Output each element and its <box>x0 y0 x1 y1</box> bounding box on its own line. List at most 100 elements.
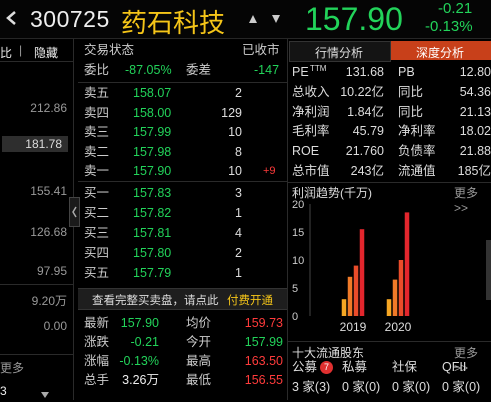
bid-diff-value: -147 <box>254 63 280 77</box>
axis-price-5: 97.95 <box>36 264 67 278</box>
left-more-link[interactable]: 更多 <box>0 359 24 376</box>
fundamental-label: 流通值 <box>398 164 436 178</box>
upgrade-banner-link[interactable]: 付费开通 <box>227 292 273 308</box>
ask-price: 157.98 <box>133 144 172 159</box>
ask-delta: +9 <box>263 165 276 177</box>
axis-volume-max: 9.20万 <box>31 294 67 308</box>
fundamental-value: 18.02 <box>459 124 491 139</box>
fundamental-value: 131.68 <box>345 65 384 79</box>
left-count: 3 <box>0 384 7 398</box>
scrollbar[interactable] <box>486 240 491 300</box>
fundamental-label: 同比 <box>398 104 424 119</box>
bid-label: 买三 <box>84 226 110 240</box>
bid-volume: 3 <box>235 186 242 200</box>
profit-bar <box>353 265 359 316</box>
quote-value: 3.26万 <box>122 373 159 387</box>
ask-price: 157.99 <box>133 125 172 139</box>
trade-status-value: 已收市 <box>242 43 280 57</box>
fundamental-value: 10.22亿 <box>340 84 384 99</box>
quote-label: 今开 <box>186 335 212 349</box>
profit-chart-y-tick: 5 <box>292 283 298 295</box>
bid-volume: 2 <box>235 246 242 260</box>
ask-bid-divider <box>78 181 287 182</box>
next-stock-icon[interactable] <box>271 13 281 23</box>
tab-depth-analysis-label: 深度分析 <box>416 46 465 60</box>
profit-bar <box>347 276 353 316</box>
axis-price-3: 155.41 <box>30 184 67 198</box>
left-tab-hide[interactable]: 隐藏 <box>34 44 58 61</box>
bid-label: 买五 <box>84 266 110 280</box>
quote-label: 最新 <box>84 316 110 330</box>
fundamental-label: 同比 <box>398 84 424 99</box>
profit-chart-x-label: 2020 <box>385 320 412 334</box>
quote-label: 涨跌 <box>84 335 110 349</box>
fundamental-label: ROE <box>292 144 320 159</box>
stock-code: 300725 <box>30 6 110 32</box>
ask-price: 158.00 <box>133 105 172 120</box>
ask-volume: 8 <box>235 144 242 159</box>
axis-price-1: 212.86 <box>30 101 67 115</box>
quote-value: 156.55 <box>244 373 283 387</box>
bid-volume: 4 <box>235 226 242 240</box>
profit-bar <box>404 212 410 316</box>
ask-volume: 2 <box>235 86 242 100</box>
quote-label: 最低 <box>186 373 212 387</box>
more-divider <box>0 354 73 355</box>
ask-label: 卖三 <box>84 125 110 139</box>
quote-value: 159.73 <box>244 316 283 330</box>
tab-market-analysis[interactable]: 行情分析 <box>289 41 391 62</box>
holder-count: 0 家(0) <box>342 380 381 394</box>
fundamental-label: PB <box>398 65 415 79</box>
profit-chart-y-tick: 15 <box>292 227 304 239</box>
bid-ratio-label: 委比 <box>84 63 110 77</box>
analysis-panel: 行情分析 深度分析 PE TTM 131.68 PB 12.80 总收入 10.22亿 同比 5… <box>288 39 491 400</box>
bid-price: 157.83 <box>133 186 172 200</box>
current-price: 157.90 <box>305 1 403 37</box>
fundamental-label: 总市值 <box>292 164 330 178</box>
left-tab-compare[interactable]: 比 <box>0 44 12 61</box>
left-dropdown-icon[interactable] <box>40 388 50 398</box>
quote-value: 157.99 <box>244 335 283 349</box>
bid-volume: 1 <box>235 206 242 220</box>
profit-bar <box>398 260 404 316</box>
bid-price: 157.82 <box>133 206 172 220</box>
tab-depth-analysis[interactable]: 深度分析 <box>391 41 491 60</box>
quote-value: 163.50 <box>244 354 283 368</box>
fundamental-label-superscript: TTM <box>310 64 327 73</box>
holder-type-label: QFII <box>442 360 467 374</box>
fundamental-value: 21.13 <box>459 104 491 119</box>
stock-name: 药石科技 <box>121 8 226 38</box>
bid-diff-label: 委差 <box>186 63 212 77</box>
bid-label: 买一 <box>84 186 110 200</box>
fundamental-value: 21.760 <box>345 144 384 159</box>
axis-price-current-label: 181.78 <box>25 137 62 151</box>
price-change: -0.21 <box>438 0 473 17</box>
fundamental-value: 45.79 <box>352 124 384 139</box>
profit-trend-chart: 20 15 10 5 0 2019 2020 <box>292 199 412 334</box>
fundamental-label: 负债率 <box>398 144 436 159</box>
trade-status-label: 交易状态 <box>84 43 135 57</box>
back-icon[interactable] <box>4 10 18 26</box>
upgrade-banner[interactable]: 查看完整买卖盘，请点此 付费开通 <box>78 288 287 310</box>
fundamental-value: 12.80 <box>459 65 491 79</box>
fundamental-value: 54.36 <box>459 84 491 99</box>
profit-chart-y-tick: 0 <box>292 311 298 323</box>
axis-volume-min: 0.00 <box>43 319 67 333</box>
holder-type-label: 社保 <box>392 360 418 374</box>
ask-price: 157.90 <box>133 164 172 178</box>
bid-label: 买四 <box>84 246 110 260</box>
fundamental-value: 185亿 <box>457 164 491 178</box>
quote-value: -0.21 <box>130 335 160 349</box>
quote-label: 均价 <box>186 316 212 330</box>
prev-stock-icon[interactable] <box>248 13 258 23</box>
left-tab-bar: 比 | 隐藏 <box>0 41 73 62</box>
quote-label: 总手 <box>84 373 110 387</box>
fundamental-value: 1.84亿 <box>347 104 384 119</box>
bid-volume: 1 <box>235 266 242 280</box>
ask-label: 卖一 <box>84 164 110 178</box>
fundamental-value: 243亿 <box>350 164 384 178</box>
upgrade-banner-text: 查看完整买卖盘，请点此 <box>92 295 219 307</box>
holder-badge: 7 <box>320 361 333 374</box>
axis-price-current: 181.78 <box>2 136 68 152</box>
bid-label: 买二 <box>84 206 110 220</box>
